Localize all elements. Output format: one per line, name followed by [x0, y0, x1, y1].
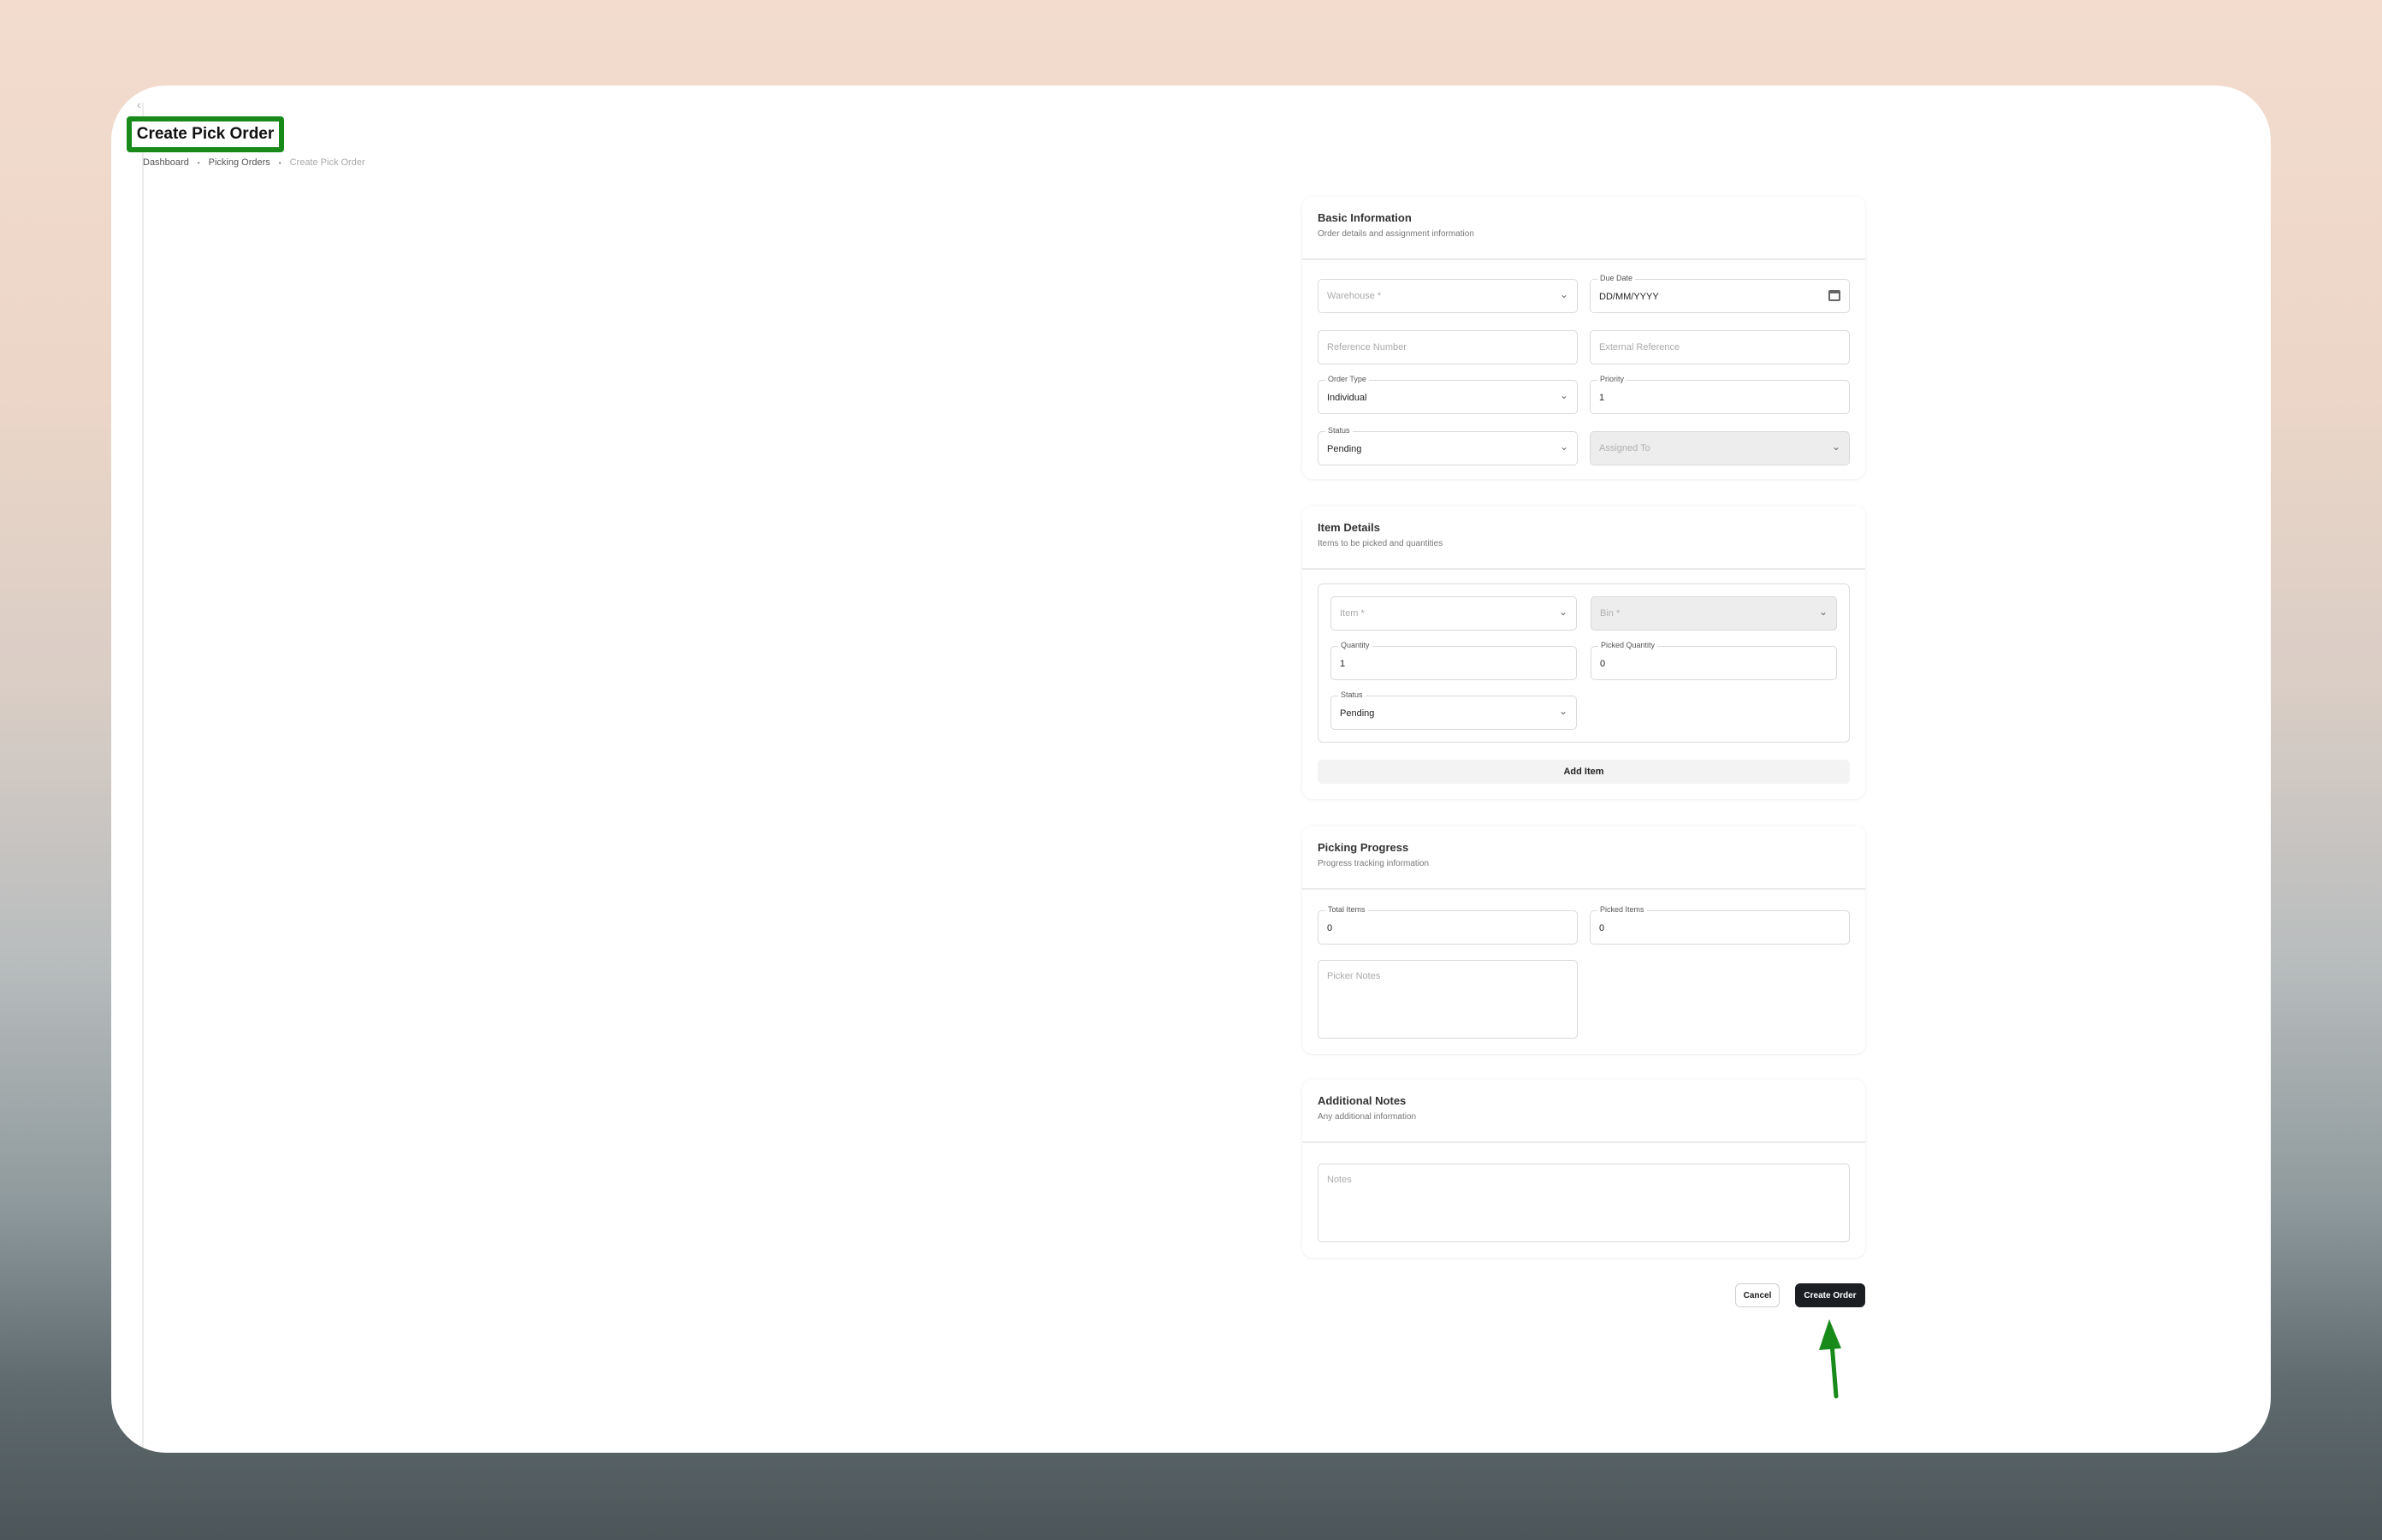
priority-input[interactable]: Priority 1 — [1590, 375, 1850, 414]
picked-quantity-value: 0 — [1600, 659, 1606, 669]
priority-value: 1 — [1599, 393, 1605, 403]
picked-items-input[interactable]: Picked Items 0 — [1590, 905, 1850, 945]
picking-progress-section: Picking Progress Progress tracking infor… — [1302, 826, 1865, 1054]
sidebar-divider — [142, 103, 144, 1453]
bin-placeholder: Bin * — [1600, 608, 1621, 619]
breadcrumb-dashboard[interactable]: Dashboard — [143, 157, 189, 168]
create-order-button[interactable]: Create Order — [1795, 1283, 1865, 1307]
item-row-card: Item * ⌄ Bin * ⌄ Quantity 1 Picked Quant… — [1318, 583, 1850, 743]
external-placeholder: External Reference — [1599, 342, 1680, 352]
item-status-select[interactable]: Status Pending ⌄ — [1330, 690, 1577, 730]
sidebar-toggle-icon[interactable]: ‹ — [137, 98, 141, 111]
chevron-down-icon: ⌄ — [1558, 705, 1567, 717]
warehouse-select[interactable]: Warehouse * ⌄ — [1318, 279, 1578, 313]
status-select[interactable]: Status Pending ⌄ — [1318, 426, 1578, 465]
section-title: Additional Notes — [1318, 1094, 1407, 1107]
notes-placeholder: Notes — [1327, 1175, 1352, 1185]
quantity-input[interactable]: Quantity 1 — [1330, 641, 1577, 680]
chevron-down-icon: ⌄ — [1559, 288, 1568, 300]
total-items-value: 0 — [1327, 923, 1333, 933]
picked-quantity-input[interactable]: Picked Quantity 0 — [1591, 641, 1837, 680]
section-subtitle: Order details and assignment information — [1318, 229, 1474, 239]
notes-textarea[interactable]: Notes — [1318, 1164, 1850, 1242]
picker-notes-textarea[interactable]: Picker Notes — [1318, 960, 1578, 1039]
bin-select[interactable]: Bin * ⌄ — [1591, 596, 1837, 631]
annotation-arrow-icon — [1819, 1319, 1841, 1399]
cancel-button[interactable]: Cancel — [1735, 1283, 1780, 1307]
item-status-value: Pending — [1340, 708, 1375, 719]
priority-label: Priority — [1597, 375, 1627, 383]
assigned-to-select[interactable]: Assigned To ⌄ — [1590, 431, 1850, 465]
item-select[interactable]: Item * ⌄ — [1330, 596, 1577, 631]
section-subtitle: Progress tracking information — [1318, 859, 1430, 868]
picked-items-value: 0 — [1599, 923, 1605, 933]
section-subtitle: Items to be picked and quantities — [1318, 539, 1443, 548]
main-window: ‹ Create Pick Order Dashboard • Picking … — [111, 86, 2271, 1453]
additional-notes-section: Additional Notes Any additional informat… — [1302, 1080, 1865, 1258]
chevron-down-icon: ⌄ — [1559, 389, 1568, 401]
calendar-icon[interactable] — [1828, 290, 1840, 301]
reference-number-input[interactable]: Reference Number — [1318, 330, 1578, 364]
external-reference-input[interactable]: External Reference — [1590, 330, 1850, 364]
order-type-value: Individual — [1327, 393, 1367, 403]
section-title: Basic Information — [1318, 211, 1412, 224]
add-item-button[interactable]: Add Item — [1318, 760, 1850, 784]
item-placeholder: Item * — [1340, 608, 1365, 619]
due-date-label: Due Date — [1597, 274, 1636, 282]
breadcrumb: Dashboard • Picking Orders • Create Pick… — [143, 157, 365, 168]
section-subtitle: Any additional information — [1318, 1112, 1417, 1122]
quantity-value: 1 — [1340, 659, 1346, 669]
breadcrumb-separator-icon: • — [278, 158, 281, 167]
order-type-label: Order Type — [1325, 375, 1369, 383]
chevron-down-icon: ⌄ — [1559, 441, 1568, 453]
chevron-down-icon: ⌄ — [1818, 606, 1828, 618]
item-details-section: Item Details Items to be picked and quan… — [1302, 506, 1865, 799]
due-date-value: DD/MM/YYYY — [1599, 292, 1659, 302]
total-items-input[interactable]: Total Items 0 — [1318, 905, 1578, 945]
status-value: Pending — [1327, 444, 1362, 454]
breadcrumb-separator-icon: • — [197, 158, 200, 167]
basic-information-section: Basic Information Order details and assi… — [1302, 197, 1865, 479]
breadcrumb-current: Create Pick Order — [289, 157, 365, 168]
status-label: Status — [1325, 426, 1353, 435]
chevron-down-icon: ⌄ — [1831, 441, 1840, 453]
picked-items-label: Picked Items — [1597, 905, 1647, 914]
page-title-highlight: Create Pick Order — [127, 116, 284, 152]
picker-notes-placeholder: Picker Notes — [1327, 971, 1381, 981]
item-status-label: Status — [1338, 690, 1366, 699]
picked-quantity-label: Picked Quantity — [1598, 641, 1658, 649]
due-date-field[interactable]: Due Date DD/MM/YYYY — [1590, 274, 1850, 313]
reference-placeholder: Reference Number — [1327, 342, 1407, 352]
total-items-label: Total Items — [1325, 905, 1368, 914]
page-title: Create Pick Order — [136, 125, 275, 143]
order-type-select[interactable]: Order Type Individual ⌄ — [1318, 375, 1578, 414]
section-title: Picking Progress — [1318, 841, 1409, 854]
chevron-down-icon: ⌄ — [1558, 606, 1567, 618]
warehouse-placeholder: Warehouse * — [1327, 291, 1382, 301]
assigned-placeholder: Assigned To — [1599, 443, 1650, 453]
breadcrumb-picking-orders[interactable]: Picking Orders — [209, 157, 270, 168]
quantity-label: Quantity — [1338, 641, 1372, 649]
section-title: Item Details — [1318, 521, 1380, 534]
